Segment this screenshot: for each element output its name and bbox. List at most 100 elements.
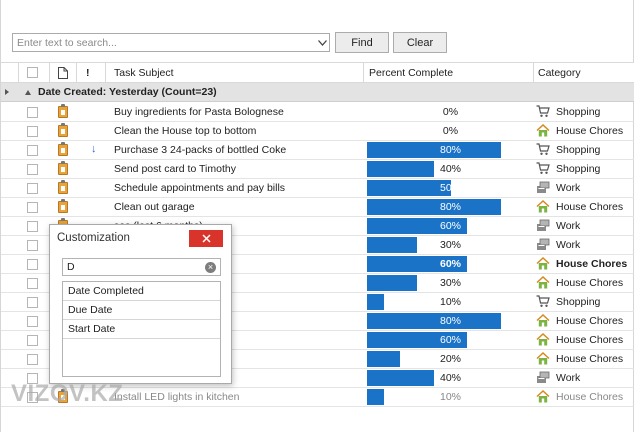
category-label: Shopping bbox=[556, 106, 601, 118]
row-checkbox[interactable] bbox=[27, 316, 38, 327]
work-icon bbox=[536, 238, 550, 251]
select-all-checkbox[interactable] bbox=[27, 67, 38, 78]
clipboard-icon bbox=[58, 199, 68, 213]
clipboard-icon bbox=[58, 104, 68, 118]
house-icon bbox=[536, 275, 550, 289]
house-icon bbox=[536, 332, 550, 346]
close-icon bbox=[201, 234, 211, 243]
work-icon bbox=[536, 181, 550, 194]
percent-complete: 30% bbox=[439, 277, 461, 289]
row-checkbox[interactable] bbox=[27, 259, 38, 270]
field-item[interactable]: Due Date bbox=[63, 301, 220, 320]
percent-complete: 40% bbox=[439, 372, 461, 384]
header-task-subject[interactable]: Task Subject bbox=[114, 63, 174, 82]
grid-header: ! Task Subject Percent Complete Category bbox=[1, 62, 634, 83]
row-checkbox[interactable] bbox=[27, 335, 38, 346]
table-row[interactable]: Send post card to Timothy 40% Shopping bbox=[1, 160, 634, 179]
search-box[interactable] bbox=[12, 33, 330, 52]
field-search-input[interactable] bbox=[63, 259, 198, 275]
house-icon bbox=[536, 313, 550, 327]
cart-icon bbox=[536, 105, 550, 118]
close-button[interactable] bbox=[189, 230, 223, 247]
clipboard-icon bbox=[58, 161, 68, 175]
percent-complete: 60% bbox=[439, 220, 461, 232]
category-label: House Chores bbox=[556, 258, 628, 270]
category-label: Shopping bbox=[556, 163, 601, 175]
percent-complete: 60% bbox=[439, 334, 461, 346]
collapse-group-icon[interactable] bbox=[25, 90, 31, 95]
field-item[interactable]: Start Date bbox=[63, 320, 220, 339]
table-row[interactable]: Schedule appointments and pay bills 50% Wo… bbox=[1, 179, 634, 198]
row-checkbox[interactable] bbox=[27, 107, 38, 118]
clear-search-icon[interactable]: × bbox=[205, 262, 216, 273]
house-icon bbox=[536, 389, 550, 403]
cart-icon bbox=[536, 295, 550, 308]
dialog-title: Customization bbox=[57, 232, 130, 244]
house-icon bbox=[536, 199, 550, 213]
category-label: Shopping bbox=[556, 144, 601, 156]
header-priority-column[interactable]: ! bbox=[86, 63, 90, 82]
category-label: Work bbox=[556, 220, 581, 232]
task-subject: Purchase 3 24-packs of bottled Coke bbox=[114, 144, 287, 156]
percent-complete: 50% bbox=[439, 182, 461, 194]
row-checkbox[interactable] bbox=[27, 240, 38, 251]
category-label: Shopping bbox=[556, 296, 601, 308]
chevron-down-icon bbox=[317, 39, 327, 46]
row-checkbox[interactable] bbox=[27, 202, 38, 213]
row-checkbox[interactable] bbox=[27, 297, 38, 308]
clipboard-icon bbox=[58, 180, 68, 194]
category-label: House Chores bbox=[556, 315, 624, 327]
percent-complete: 80% bbox=[439, 315, 461, 327]
row-checkbox[interactable] bbox=[27, 221, 38, 232]
field-search-box[interactable]: × bbox=[62, 258, 221, 276]
row-indicator-icon bbox=[5, 89, 9, 95]
row-checkbox[interactable] bbox=[27, 164, 38, 175]
group-row[interactable]: Date Created: Yesterday (Count=23) bbox=[1, 83, 634, 102]
percent-complete: 30% bbox=[439, 239, 461, 251]
clear-button[interactable]: Clear bbox=[393, 32, 447, 53]
row-checkbox[interactable] bbox=[27, 354, 38, 365]
find-button[interactable]: Find bbox=[335, 32, 389, 53]
row-checkbox[interactable] bbox=[27, 278, 38, 289]
table-row[interactable]: Clean the House top to bottom 0% House Cho… bbox=[1, 122, 634, 141]
table-row[interactable]: Buy ingredients for Pasta Bolognese 0% Sho… bbox=[1, 103, 634, 122]
category-label: House Chores bbox=[556, 125, 624, 137]
house-icon bbox=[536, 351, 550, 365]
row-checkbox[interactable] bbox=[27, 145, 38, 156]
task-subject: Clean out garage bbox=[114, 201, 195, 213]
percent-complete: 20% bbox=[439, 353, 461, 365]
cart-icon bbox=[536, 162, 550, 175]
task-subject: Clean the House top to bottom bbox=[114, 125, 257, 137]
hidden-fields-list: Date Completed Due Date Start Date bbox=[62, 281, 221, 377]
category-label: Work bbox=[556, 372, 581, 384]
table-row[interactable]: Clean out garage 80% House Chores bbox=[1, 198, 634, 217]
search-input[interactable] bbox=[13, 34, 313, 51]
header-attachment-column[interactable] bbox=[58, 63, 68, 82]
percent-complete: 0% bbox=[442, 125, 459, 137]
table-row[interactable]: ↓ Purchase 3 24-packs of bottled Coke 80% S… bbox=[1, 141, 634, 160]
task-subject: Send post card to Timothy bbox=[114, 163, 236, 175]
task-grid-window: Find Clear ! Task Subject Percent Comple… bbox=[0, 0, 634, 432]
percent-complete: 60% bbox=[439, 258, 461, 270]
field-item[interactable]: Date Completed bbox=[63, 282, 220, 301]
document-icon bbox=[58, 66, 68, 79]
header-category[interactable]: Category bbox=[538, 63, 581, 82]
percent-complete: 10% bbox=[439, 296, 461, 308]
row-checkbox[interactable] bbox=[27, 126, 38, 137]
priority-icon: ↓ bbox=[91, 143, 97, 155]
clipboard-icon bbox=[58, 123, 68, 137]
header-select-all[interactable] bbox=[27, 63, 38, 82]
row-checkbox[interactable] bbox=[27, 183, 38, 194]
work-icon bbox=[536, 219, 550, 232]
search-dropdown-button[interactable] bbox=[314, 34, 329, 51]
customization-dialog: Customization × Date Completed Due Date … bbox=[49, 224, 232, 384]
cart-icon bbox=[536, 143, 550, 156]
work-icon bbox=[536, 371, 550, 384]
header-percent-complete[interactable]: Percent Complete bbox=[369, 63, 453, 82]
category-label: Work bbox=[556, 182, 581, 194]
percent-complete: 10% bbox=[439, 391, 461, 403]
task-subject: Buy ingredients for Pasta Bolognese bbox=[114, 106, 284, 118]
clipboard-icon bbox=[58, 142, 68, 156]
category-label: House Chores bbox=[556, 391, 624, 403]
category-label: House Chores bbox=[556, 334, 624, 346]
